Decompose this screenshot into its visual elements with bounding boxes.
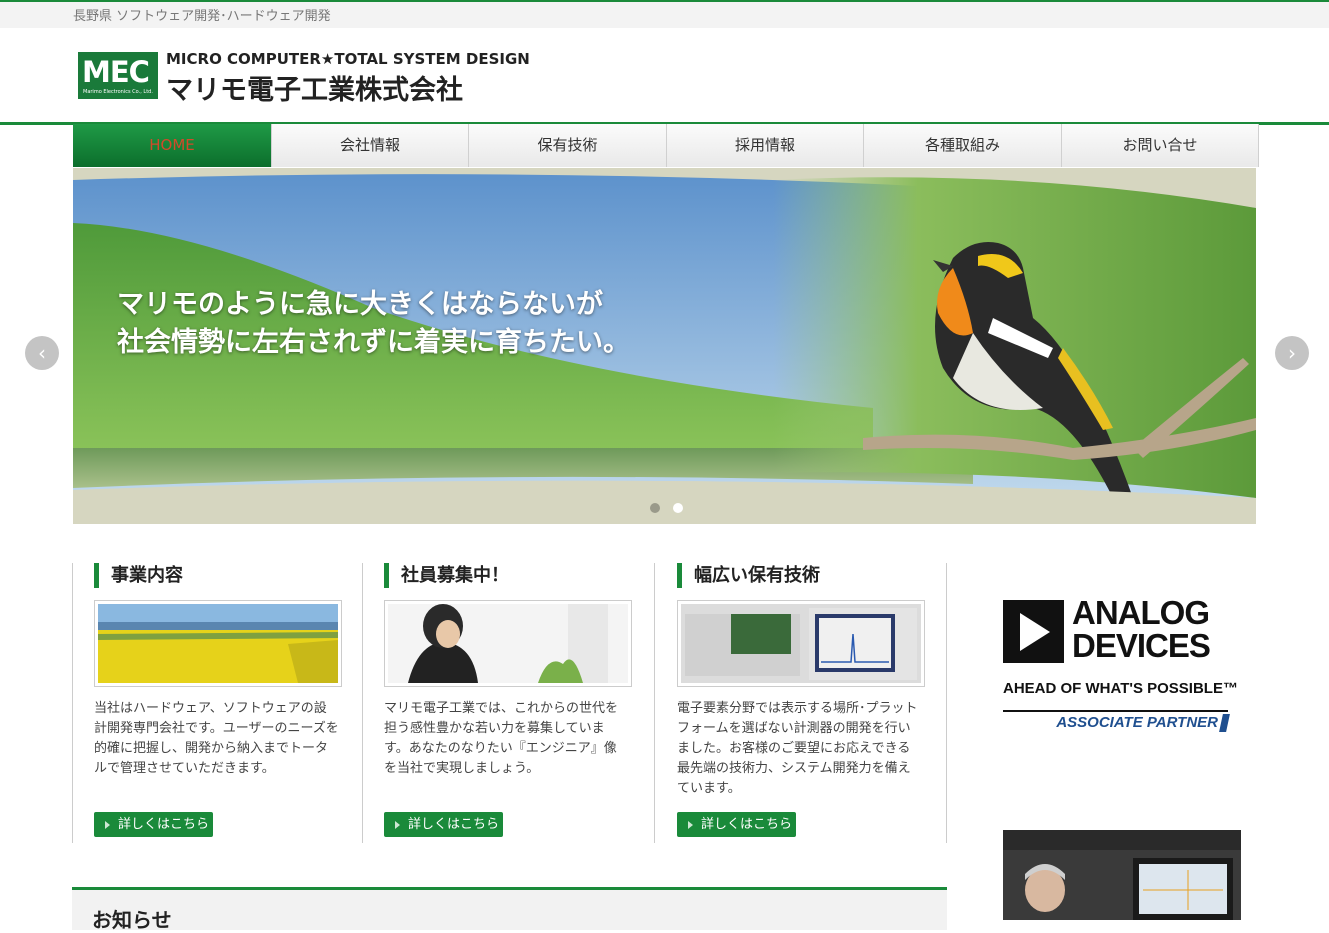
analog-devices-banner[interactable]: ANALOG DEVICES AHEAD OF WHAT'S POSSIBLE™… (1003, 596, 1243, 735)
analog-devices-name-line1: ANALOG (1072, 594, 1210, 631)
site-tagline: 長野県 ソフトウェア開発･ハードウェア開発 (73, 9, 331, 24)
site-logo[interactable]: MEC Marimo Electronics Co., Ltd. MICRO C… (78, 50, 530, 106)
main-nav: HOME 会社情報 保有技術 採用情報 各種取組み お問い合せ (73, 124, 1259, 167)
hero-caption-line2: 社会情勢に左右されずに着実に育ちたい。 (117, 327, 630, 358)
slider-next-button[interactable]: › (1275, 336, 1309, 370)
slider-dot-1[interactable] (650, 503, 660, 513)
top-bar: 長野県 ソフトウェア開発･ハードウェア開発 (0, 0, 1329, 28)
slider-prev-button[interactable]: ‹ (25, 336, 59, 370)
feature-business: 事業内容 当社はハードウェア、ソフトウェアの設計開発専門会社です。ユーザーのニー… (73, 563, 362, 843)
nav-home[interactable]: HOME (73, 124, 272, 167)
feature-title: 社員募集中！ (384, 563, 509, 588)
site-header: MEC Marimo Electronics Co., Ltd. MICRO C… (0, 28, 1329, 125)
feature-image-engineer[interactable] (384, 600, 632, 687)
feature-title: 事業内容 (94, 563, 183, 588)
nav-technology[interactable]: 保有技術 (469, 124, 667, 167)
news-section: お知らせ (72, 887, 947, 932)
news-title: お知らせ (92, 908, 172, 932)
logo-mark-text: MEC (82, 55, 150, 89)
feature-more-button[interactable]: 詳しくはこちら (94, 812, 213, 837)
video-thumbnail[interactable] (1003, 830, 1241, 920)
hero-slider: マリモのように急に大きくはならないが 社会情勢に左右されずに着実に育ちたい。 (73, 168, 1256, 524)
analog-devices-logo-icon (1003, 600, 1064, 663)
feature-more-button[interactable]: 詳しくはこちら (677, 812, 796, 837)
column-divider (946, 563, 947, 843)
analog-devices-tagline: AHEAD OF WHAT'S POSSIBLE™ (1003, 680, 1238, 697)
analog-devices-name: ANALOG DEVICES (1072, 594, 1211, 664)
feature-more-button[interactable]: 詳しくはこちら (384, 812, 503, 837)
feature-image-flowers[interactable] (94, 600, 342, 687)
feature-description: マリモ電子工業では、これからの世代を担う感性豊かな若い力を募集しています。あなた… (384, 701, 619, 776)
feature-technology: 幅広い保有技術 電子要素分野では表示する場所･プラットフォームを選ばない計測器の… (656, 563, 946, 843)
feature-recruit: 社員募集中！ マリモ電子工業では、これからの世代を担う感性豊かな若い力を募集して… (363, 563, 654, 843)
logo-mark: MEC Marimo Electronics Co., Ltd. (78, 52, 158, 99)
hero-caption-line1: マリモのように急に大きくはならないが (117, 289, 603, 320)
associate-partner-badge: ASSOCIATE PARTNER (1003, 710, 1228, 733)
slider-dot-2[interactable] (673, 503, 683, 513)
logo-japanese: マリモ電子工業株式会社 (166, 75, 463, 106)
column-divider (654, 563, 655, 843)
associate-partner-label: ASSOCIATE PARTNER (1056, 714, 1218, 731)
nav-contact[interactable]: お問い合せ (1062, 124, 1259, 167)
feature-image-instrument[interactable] (677, 600, 925, 687)
analog-devices-name-line2: DEVICES (1072, 627, 1211, 664)
logo-mark-company: Marimo Electronics Co., Ltd. (83, 89, 153, 95)
nav-recruit[interactable]: 採用情報 (667, 124, 864, 167)
nav-company[interactable]: 会社情報 (272, 124, 469, 167)
feature-description: 当社はハードウェア、ソフトウェアの設計開発専門会社です。ユーザーのニーズを的確に… (94, 701, 339, 776)
hero-caption: マリモのように急に大きくはならないが 社会情勢に左右されずに着実に育ちたい。 (117, 286, 630, 362)
feature-description: 電子要素分野では表示する場所･プラットフォームを選ばない計測器の開発を行いました… (677, 701, 918, 796)
logo-english: MICRO COMPUTER★TOTAL SYSTEM DESIGN (166, 50, 530, 68)
feature-title: 幅広い保有技術 (677, 563, 820, 588)
nav-initiatives[interactable]: 各種取組み (864, 124, 1062, 167)
